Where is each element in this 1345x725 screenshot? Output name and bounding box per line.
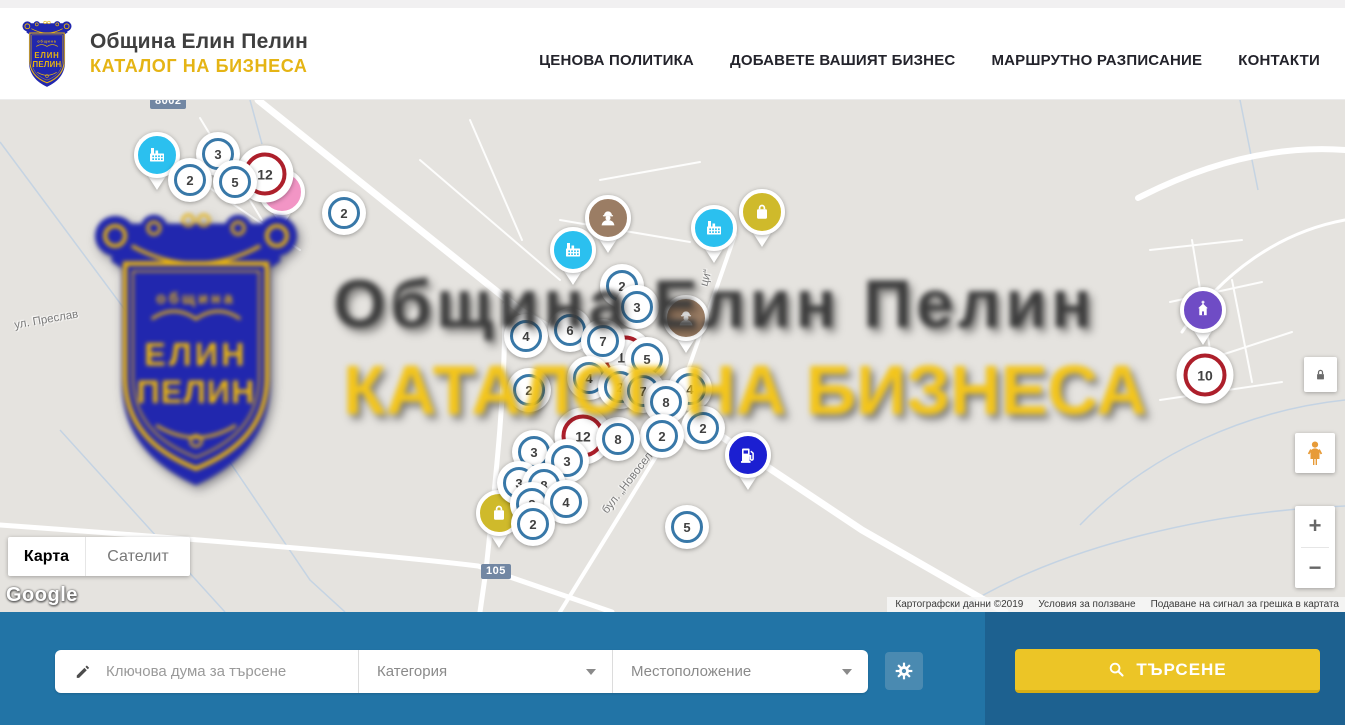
cluster-marker[interactable]: 4	[504, 314, 548, 358]
map-attribution: Картографски данни ©2019 Условия за полз…	[887, 597, 1345, 612]
attribution-terms-link[interactable]: Условия за ползване	[1038, 599, 1135, 610]
cluster-marker[interactable]: 2	[507, 368, 551, 412]
church-icon	[1191, 298, 1215, 322]
cluster-count: 5	[671, 511, 703, 543]
nav-item-route-schedule[interactable]: МАРШРУТНО РАЗПИСАНИЕ	[991, 52, 1202, 69]
main-nav: ЦЕНОВА ПОЛИТИКА ДОБАВЕТЕ ВАШИЯТ БИЗНЕС М…	[539, 38, 1320, 69]
factory-pin-marker[interactable]	[691, 205, 737, 251]
cluster-marker[interactable]: 2	[681, 406, 725, 450]
category-select[interactable]: Категория	[358, 650, 612, 693]
cluster-marker[interactable]: 8	[596, 417, 640, 461]
cluster-marker[interactable]: 5	[665, 505, 709, 549]
worker-pin-marker[interactable]	[585, 195, 631, 241]
pegman-streetview-button[interactable]	[1295, 433, 1335, 473]
attribution-report-link[interactable]: Подаване на сигнал за грешка в картата	[1151, 599, 1339, 610]
fuel-icon	[736, 443, 760, 467]
cluster-count: 2	[328, 197, 360, 229]
bag-icon	[487, 501, 511, 525]
map-markers-layer: 12325223136475422748221283338342510	[0, 100, 1345, 612]
map-canvas[interactable]: 8002105ул. Преславбул. „Новоселцици“ 123…	[0, 100, 1345, 612]
zoom-out-button[interactable]: −	[1295, 548, 1335, 589]
worker-pin-marker[interactable]	[663, 295, 709, 341]
cluster-marker[interactable]: 5	[213, 160, 257, 204]
cluster-count: 4	[510, 320, 542, 352]
pin-tail	[753, 233, 771, 247]
cluster-marker[interactable]: 3	[615, 285, 659, 329]
window-top-strip	[0, 0, 1345, 8]
map-type-control: Карта Сателит	[8, 537, 190, 576]
cluster-count: 2	[687, 412, 719, 444]
church-pin-marker[interactable]	[1180, 287, 1226, 333]
map-type-satellite-button[interactable]: Сателит	[86, 537, 190, 576]
nav-item-add-business[interactable]: ДОБАВЕТЕ ВАШИЯТ БИЗНЕС	[730, 52, 955, 69]
category-select-label: Категория	[377, 663, 447, 680]
municipality-crest-logo	[20, 19, 74, 89]
cluster-count: 3	[621, 291, 653, 323]
fuel-pin-marker[interactable]	[725, 432, 771, 478]
cluster-count: 2	[513, 374, 545, 406]
google-logo[interactable]: Google	[6, 584, 78, 607]
advanced-search-button[interactable]	[885, 652, 923, 690]
cluster-marker[interactable]: 10	[1177, 347, 1234, 404]
search-submit-button[interactable]: ТЪРСЕНЕ	[1015, 649, 1320, 693]
keyword-field-wrap	[55, 650, 358, 693]
bag-pin-marker[interactable]	[739, 189, 785, 235]
keyword-search-input[interactable]	[106, 663, 358, 680]
pin-tail	[564, 271, 582, 285]
cluster-marker[interactable]: 2	[640, 414, 684, 458]
pegman-icon	[1303, 440, 1327, 466]
cluster-count: 5	[219, 166, 251, 198]
zoom-control: + −	[1295, 506, 1335, 588]
cluster-count: 7	[587, 325, 619, 357]
factory-icon	[145, 143, 169, 167]
site-title: Община Елин Пелин	[90, 30, 308, 54]
cluster-count: 8	[650, 386, 682, 418]
pencil-icon	[75, 663, 92, 680]
factory-icon	[561, 238, 585, 262]
padlock-icon	[1313, 367, 1328, 383]
nav-item-contacts[interactable]: КОНТАКТИ	[1238, 52, 1320, 69]
pin-tail	[1194, 331, 1212, 345]
cluster-count: 10	[1184, 354, 1227, 397]
pin-tail	[705, 249, 723, 263]
pin-tail	[739, 476, 757, 490]
lock-button[interactable]	[1304, 357, 1337, 392]
cluster-marker[interactable]: 2	[168, 158, 212, 202]
bag-icon	[750, 200, 774, 224]
cluster-count: 4	[550, 486, 582, 518]
cluster-count: 2	[174, 164, 206, 196]
cluster-marker[interactable]: 2	[322, 191, 366, 235]
location-select[interactable]: Местоположение	[612, 650, 868, 693]
site-subtitle: КАТАЛОГ НА БИЗНЕСА	[90, 56, 308, 77]
gear-icon	[894, 661, 914, 681]
brand[interactable]: Община Елин Пелин КАТАЛОГ НА БИЗНЕСА	[20, 19, 308, 89]
location-select-label: Местоположение	[631, 663, 751, 680]
worker-icon	[596, 206, 620, 230]
search-icon	[1108, 661, 1125, 678]
cluster-count: 2	[517, 508, 549, 540]
cluster-count: 2	[646, 420, 678, 452]
cluster-count: 8	[602, 423, 634, 455]
zoom-in-button[interactable]: +	[1295, 506, 1335, 547]
pin-tail	[677, 339, 695, 353]
worker-icon	[674, 306, 698, 330]
attribution-data: Картографски данни ©2019	[895, 599, 1023, 610]
cluster-marker[interactable]: 2	[511, 502, 555, 546]
nav-item-pricing[interactable]: ЦЕНОВА ПОЛИТИКА	[539, 52, 694, 69]
chevron-down-icon	[586, 669, 596, 675]
page: община ЕЛИН ПЕЛИН Община Елин Пелин КАТА…	[0, 0, 1345, 725]
search-bar: Категория Местоположение	[0, 612, 1345, 725]
pin-tail	[490, 534, 508, 548]
search-button-label: ТЪРСЕНЕ	[1136, 660, 1226, 680]
header: Община Елин Пелин КАТАЛОГ НА БИЗНЕСА ЦЕН…	[0, 8, 1345, 100]
map-type-map-button[interactable]: Карта	[8, 537, 86, 576]
factory-icon	[702, 216, 726, 240]
search-fields-group: Категория Местоположение	[55, 650, 868, 693]
pin-tail	[148, 176, 166, 190]
chevron-down-icon	[842, 669, 852, 675]
pin-tail	[273, 213, 291, 227]
pin-tail	[599, 239, 617, 253]
